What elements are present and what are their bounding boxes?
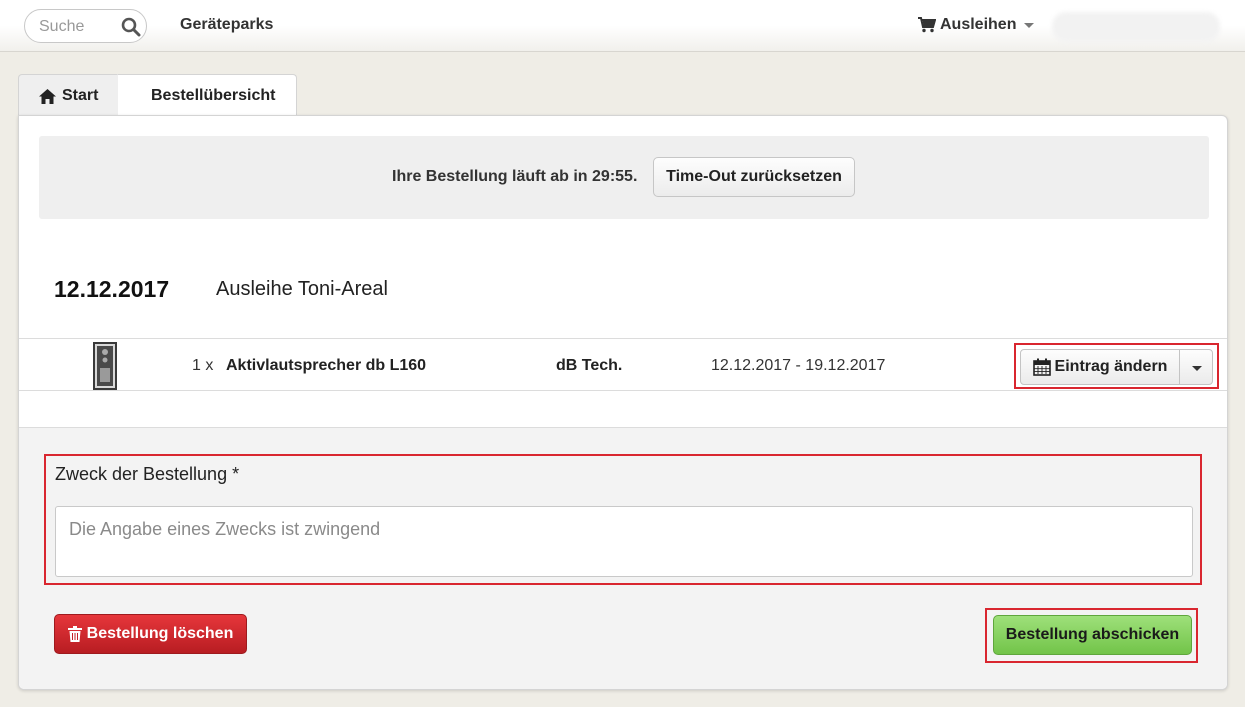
cart-label: Ausleihen — [940, 16, 1017, 33]
cart-dropdown[interactable]: Ausleihen — [918, 16, 1035, 34]
purpose-textarea[interactable] — [55, 506, 1193, 577]
order-name: Ausleihe Toni-Areal — [216, 278, 388, 300]
item-quantity: 1 x — [192, 357, 214, 374]
item-period: 12.12.2017 - 19.12.2017 — [711, 357, 886, 374]
submit-highlight: Bestellung abschicken — [985, 608, 1198, 663]
timeout-notice: Ihre Bestellung läuft ab in 29:55. Time-… — [39, 136, 1209, 219]
order-panel: Ihre Bestellung läuft ab in 29:55. Time-… — [18, 115, 1228, 690]
reset-timeout-button[interactable]: Time-Out zurücksetzen — [653, 157, 855, 197]
search-field[interactable]: Suche — [24, 9, 147, 43]
home-icon — [39, 88, 56, 104]
item-name[interactable]: Aktivlautsprecher db L160 — [226, 357, 426, 375]
submit-order-button[interactable]: Bestellung abschicken — [993, 615, 1192, 655]
order-form: Zweck der Bestellung * Bestellung lösche… — [19, 427, 1227, 689]
search-icon[interactable] — [121, 17, 141, 37]
nav-link-geraeteparks[interactable]: Geräteparks — [180, 16, 273, 34]
delete-order-label: Bestellung löschen — [86, 625, 234, 642]
chevron-down-icon — [1024, 22, 1035, 28]
breadcrumb-current: Bestellübersicht — [118, 74, 297, 116]
user-menu[interactable] — [1052, 12, 1220, 42]
order-item-row: 1 x Aktivlautsprecher db L160 dB Tech. 1… — [19, 338, 1227, 391]
breadcrumb-home[interactable]: Start — [18, 74, 128, 116]
delete-order-button[interactable]: Bestellung löschen — [54, 614, 247, 654]
chevron-down-icon — [1192, 366, 1202, 371]
edit-entry-highlight: Eintrag ändern — [1014, 343, 1219, 389]
submit-order-label: Bestellung abschicken — [1005, 626, 1180, 643]
purpose-highlight: Zweck der Bestellung * — [44, 454, 1202, 585]
edit-entry-label: Eintrag ändern — [1054, 358, 1168, 375]
breadcrumb-home-label: Start — [62, 87, 99, 104]
item-brand: dB Tech. — [556, 357, 623, 374]
edit-entry-dropdown-toggle[interactable] — [1179, 349, 1213, 385]
speaker-thumbnail — [93, 342, 117, 390]
top-navbar: Suche Geräteparks Ausleihen — [0, 0, 1245, 52]
order-date: 12.12.2017 — [54, 276, 170, 302]
edit-entry-button[interactable]: Eintrag ändern — [1020, 349, 1180, 385]
purpose-label: Zweck der Bestellung * — [55, 464, 240, 484]
timeout-message: Ihre Bestellung läuft ab in 29:55. — [392, 168, 638, 185]
calendar-icon — [1032, 358, 1051, 376]
shopping-cart-icon — [918, 17, 936, 33]
search-input[interactable]: Suche — [39, 18, 84, 36]
breadcrumb-current-label: Bestellübersicht — [151, 87, 276, 104]
trash-icon — [67, 626, 82, 642]
